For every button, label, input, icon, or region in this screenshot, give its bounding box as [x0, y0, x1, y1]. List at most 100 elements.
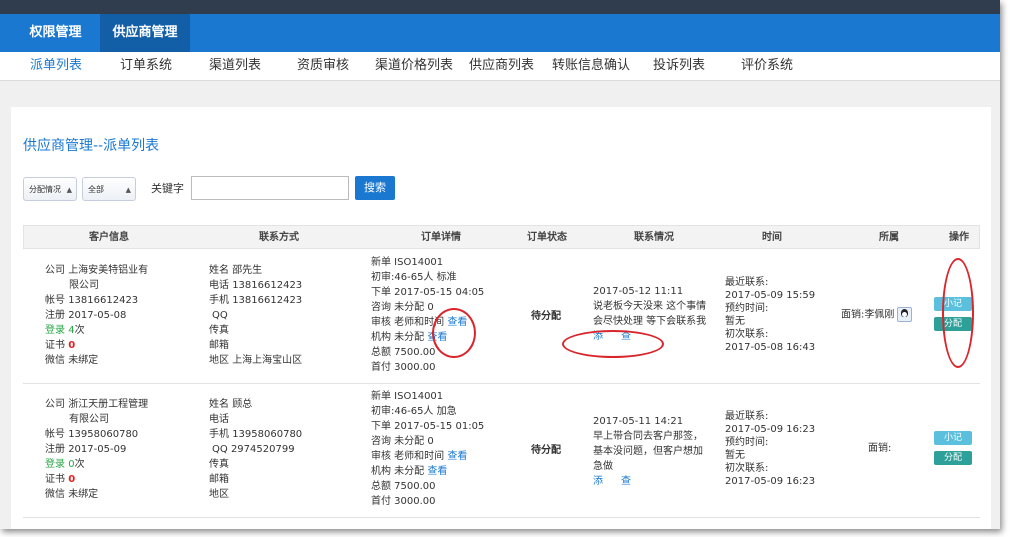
appointment-label: 预约时间: — [725, 437, 769, 448]
phone-label: 电话 — [209, 414, 229, 425]
assign-button[interactable]: 分配 — [934, 451, 972, 465]
th-actions: 操作 — [949, 232, 969, 243]
region-value: 上海上海宝山区 — [232, 355, 303, 366]
agency-view-link[interactable]: 查看 — [427, 466, 447, 477]
table-row: 公司 上海安美特铝业有 限公司 帐号 13816612423 注册 2017-0… — [23, 249, 980, 384]
nav-item-supplier[interactable]: 供应商管理 — [100, 14, 190, 52]
login-suffix: 次 — [74, 325, 85, 336]
agency-view-link[interactable]: 查看 — [427, 332, 447, 343]
contact-name-label: 姓名 — [209, 399, 229, 410]
th-customer: 客户信息 — [89, 232, 129, 243]
order-total: 总额 7500.00 — [371, 347, 436, 358]
order-type: 新单 ISO14001 — [371, 391, 444, 402]
subnav-order-system[interactable]: 订单系统 — [120, 52, 172, 80]
mobile-label: 手机 — [209, 429, 229, 440]
qq-icon[interactable] — [897, 307, 913, 322]
customer-cell: 公司 浙江天册工程管理 有限公司 帐号 13958060780 注册 2017-… — [45, 397, 148, 502]
order-cell: 新单 ISO14001 初审:46-65人 标准 下单 2017-05-15 0… — [371, 255, 484, 375]
subnav-complaint-list[interactable]: 投诉列表 — [653, 52, 705, 80]
phone-value: 13816612423 — [232, 280, 303, 291]
wechat-value: 未绑定 — [68, 489, 99, 500]
view-contact-link[interactable]: 查 — [621, 476, 631, 487]
order-downpayment: 首付 3000.00 — [371, 496, 436, 507]
qq-label: QQ — [212, 444, 228, 455]
subnav-channel-list[interactable]: 渠道列表 — [209, 52, 261, 80]
order-audit: 审核 老师和时间 — [371, 451, 445, 462]
cert-label: 证书 — [45, 340, 65, 351]
time-cell: 最近联系: 2017-05-09 16:23 预约时间: 暂无 初次联系: 20… — [725, 410, 815, 488]
th-order: 订单详情 — [421, 232, 461, 243]
order-review: 初审:46-65人 标准 — [371, 272, 457, 283]
subnav-dispatch-list[interactable]: 派单列表 — [30, 52, 82, 80]
contact-log-text: 早上带合同去客户那签， — [593, 431, 703, 442]
contact-name: 顾总 — [232, 399, 253, 410]
mobile-value: 13958060780 — [232, 429, 303, 440]
contact-name-label: 姓名 — [209, 265, 229, 276]
order-consult: 咨询 未分配 0 — [371, 436, 434, 447]
subnav-channel-price-list[interactable]: 渠道价格列表 — [375, 52, 453, 80]
last-contact-label: 最近联系: — [725, 411, 769, 422]
note-button[interactable]: 小记 — [934, 431, 972, 445]
qq-label: QQ — [212, 310, 228, 321]
cert-value: 0 — [68, 474, 76, 485]
contact-log-cell: 2017-05-11 14:21 早上带合同去客户那签， 基本没问题，但客户想加… — [593, 414, 703, 489]
audit-view-link[interactable]: 查看 — [447, 451, 467, 462]
cert-value: 0 — [68, 340, 76, 351]
wechat-value: 未绑定 — [68, 355, 99, 366]
nav-item-permission[interactable]: 权限管理 — [18, 14, 93, 52]
cert-label: 证书 — [45, 474, 65, 485]
sub-nav: 派单列表 订单系统 渠道列表 资质审核 渠道价格列表 供应商列表 转账信息确认 … — [0, 52, 1000, 81]
order-audit: 审核 老师和时间 — [371, 317, 445, 328]
account-label: 帐号 — [45, 429, 65, 440]
register-value: 2017-05-09 — [68, 444, 127, 455]
login-label: 登录 — [45, 459, 65, 470]
assign-button[interactable]: 分配 — [934, 317, 972, 331]
login-label: 登录 — [45, 325, 65, 336]
add-contact-link[interactable]: 添 — [593, 476, 603, 487]
assign-status-select[interactable]: 分配情况 ▲ — [23, 177, 77, 201]
order-total: 总额 7500.00 — [371, 481, 436, 492]
order-status: 待分配 — [531, 311, 561, 322]
appointment-value: 暂无 — [725, 316, 745, 327]
table-header: 客户信息 联系方式 订单详情 订单状态 联系情况 时间 所属 操作 — [23, 225, 980, 249]
fax-label: 传真 — [209, 325, 229, 336]
main-nav: 权限管理 供应商管理 — [0, 14, 1000, 52]
last-contact-value: 2017-05-09 16:23 — [725, 424, 816, 435]
top-bar — [0, 0, 1000, 14]
contact-log-text: 基本没问题，但客户想加 — [593, 446, 703, 457]
add-contact-link[interactable]: 添 — [593, 331, 603, 342]
contact-log-cell: 2017-05-12 11:11 说老板今天没来 这个事情 会尽快处理 等下会联… — [593, 284, 706, 344]
th-owner: 所属 — [879, 232, 899, 243]
note-button[interactable]: 小记 — [934, 297, 972, 311]
search-button[interactable]: 搜索 — [355, 176, 395, 200]
wechat-label: 微信 — [45, 355, 65, 366]
app-window: 权限管理 供应商管理 派单列表 订单系统 渠道列表 资质审核 渠道价格列表 供应… — [0, 0, 1000, 529]
subnav-transfer-confirm[interactable]: 转账信息确认 — [552, 52, 630, 80]
keyword-input[interactable] — [191, 176, 349, 200]
customer-cell: 公司 上海安美特铝业有 限公司 帐号 13816612423 注册 2017-0… — [45, 263, 148, 368]
mobile-value: 13816612423 — [232, 295, 303, 306]
register-label: 注册 — [45, 310, 65, 321]
scope-select[interactable]: 全部 ▲ — [82, 177, 136, 201]
first-contact-label: 初次联系: — [725, 463, 769, 474]
table-row: 公司 浙江天册工程管理 有限公司 帐号 13958060780 注册 2017-… — [23, 383, 980, 518]
assign-status-select-value: 分配情况 — [29, 185, 61, 194]
subnav-qualification-review[interactable]: 资质审核 — [297, 52, 349, 80]
subnav-evaluation-system[interactable]: 评价系统 — [741, 52, 793, 80]
order-downpayment: 首付 3000.00 — [371, 362, 436, 373]
order-status: 待分配 — [531, 445, 561, 456]
th-status: 订单状态 — [527, 232, 567, 243]
email-label: 邮箱 — [209, 340, 229, 351]
subnav-supplier-list[interactable]: 供应商列表 — [469, 52, 534, 80]
email-label: 邮箱 — [209, 474, 229, 485]
appointment-value: 暂无 — [725, 450, 745, 461]
view-contact-link[interactable]: 查 — [621, 331, 631, 342]
order-agency: 机构 未分配 — [371, 466, 425, 477]
audit-view-link[interactable]: 查看 — [447, 317, 467, 328]
order-review: 初审:46-65人 加急 — [371, 406, 457, 417]
register-label: 注册 — [45, 444, 65, 455]
order-cell: 新单 ISO14001 初审:46-65人 加急 下单 2017-05-15 0… — [371, 389, 484, 509]
content-panel: 供应商管理--派单列表 分配情况 ▲ 全部 ▲ 关键字 搜索 客户信息 联系方式… — [11, 107, 991, 529]
time-cell: 最近联系: 2017-05-09 15:59 预约时间: 暂无 初次联系: 20… — [725, 276, 815, 354]
select-arrow-icon: ▲ — [125, 186, 131, 194]
